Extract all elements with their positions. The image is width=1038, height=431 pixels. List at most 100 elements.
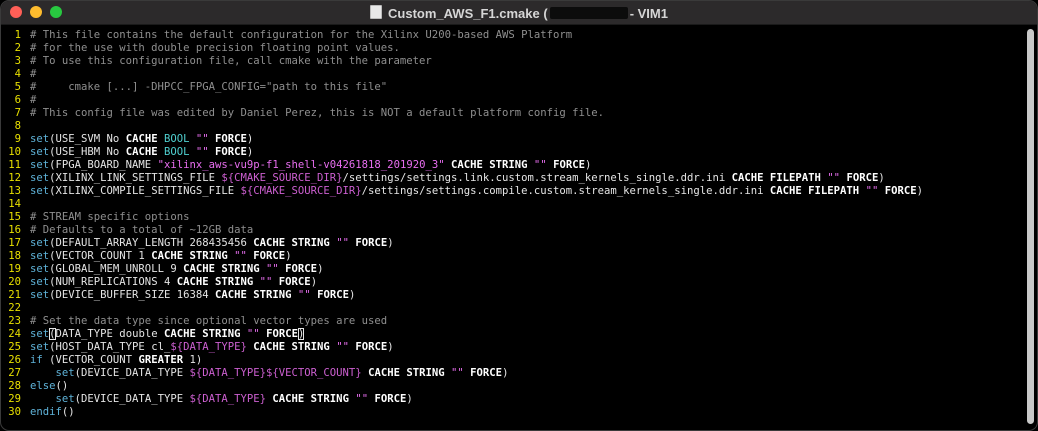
code-token: if — [30, 354, 43, 366]
code-line[interactable]: 30 endif() — [7, 406, 1023, 419]
code-token: ${DATA_TYPE} — [170, 341, 247, 353]
line-number: 16 — [8, 224, 21, 236]
code-token: 1) — [183, 354, 203, 366]
code-line[interactable]: 27 set(DEVICE_DATA_TYPE ${DATA_TYPE}${VE… — [7, 367, 1023, 380]
code-token: CACHE STRING — [214, 289, 292, 301]
code-token: ) — [916, 185, 923, 197]
redacted-region — [549, 7, 628, 19]
code-line[interactable]: 13 set(XILINX_COMPILE_SETTINGS_FILE ${CMA… — [7, 185, 1023, 198]
vertical-scrollbar[interactable] — [1025, 27, 1036, 428]
code-line[interactable]: 20 set(NUM_REPLICATIONS 4 CACHE STRING ""… — [7, 276, 1023, 289]
code-token: (USE_SVM No — [49, 133, 126, 145]
vim-editor-buffer[interactable]: 1 # This file contains the default config… — [1, 26, 1023, 430]
code-line[interactable]: 18 set(VECTOR_COUNT 1 CACHE STRING "" FOR… — [7, 250, 1023, 263]
code-token: "" — [533, 159, 547, 171]
code-line[interactable]: 22 — [7, 302, 1023, 315]
code-line[interactable]: 2 # for the use with double precision flo… — [7, 42, 1023, 55]
code-token: (DEVICE_DATA_TYPE — [74, 393, 190, 405]
line-number: 17 — [8, 237, 21, 249]
code-line[interactable]: 3 # To use this configuration file, call … — [7, 55, 1023, 68]
code-line[interactable]: 28 else() — [7, 380, 1023, 393]
code-token: ) — [502, 367, 509, 379]
code-token: CACHE — [125, 133, 158, 145]
code-line[interactable]: 15 # STREAM specific options — [7, 211, 1023, 224]
code-line[interactable]: 24 set(DATA_TYPE double CACHE STRING "" F… — [7, 328, 1023, 341]
code-token: "" — [234, 250, 247, 262]
code-line[interactable]: 26 if (VECTOR_COUNT GREATER 1) — [7, 354, 1023, 367]
code-token: set — [30, 172, 50, 184]
code-line[interactable]: 17 set(DEFAULT_ARRAY_LENGTH 268435456 CAC… — [7, 237, 1023, 250]
code-token: "" — [827, 172, 841, 184]
line-number: 25 — [8, 341, 21, 353]
code-token: "" — [865, 185, 879, 197]
code-token: (FPGA_BOARD_NAME — [49, 159, 158, 171]
code-line[interactable]: 1 # This file contains the default config… — [7, 29, 1023, 42]
line-number: 24 — [8, 328, 21, 340]
code-token: ) — [246, 146, 254, 158]
title-bar[interactable]: Custom_AWS_F1.cmake (- VIM1 — [1, 1, 1037, 25]
line-number: 27 — [8, 367, 21, 379]
line-number: 20 — [8, 276, 21, 288]
code-token: FORCE — [266, 328, 298, 340]
code-line[interactable]: 25 set(HOST_DATA_TYPE cl_${DATA_TYPE} CAC… — [7, 341, 1023, 354]
code-line[interactable]: 8 — [7, 120, 1023, 133]
code-line[interactable]: 4 # — [7, 68, 1023, 81]
code-token: "" — [266, 263, 279, 275]
code-token: FORCE — [355, 341, 388, 353]
code-token: FORCE — [253, 250, 286, 262]
code-token: set — [30, 146, 50, 158]
code-token: ) — [406, 393, 413, 405]
line-number: 4 — [14, 68, 21, 80]
code-token: ) — [387, 341, 394, 353]
code-line[interactable]: 5 # cmake [...] -DHPCC_FPGA_CONFIG="path … — [7, 81, 1023, 94]
code-token: "" — [451, 367, 464, 379]
code-token: "" — [336, 237, 349, 249]
code-line[interactable]: 9 set(USE_SVM No CACHE BOOL "" FORCE) — [7, 133, 1023, 146]
code-token: (DEVICE_DATA_TYPE — [74, 367, 190, 379]
code-token: CACHE STRING — [163, 328, 241, 340]
code-token: # Defaults to a total of ~12GB data — [30, 224, 254, 236]
code-line[interactable]: 29 set(DEVICE_DATA_TYPE ${DATA_TYPE} CAC… — [7, 393, 1023, 406]
line-number: 30 — [8, 406, 21, 418]
line-number: 3 — [14, 55, 21, 67]
code-token: () — [55, 380, 69, 392]
code-line[interactable]: 19 set(GLOBAL_MEM_UNROLL 9 CACHE STRING "… — [7, 263, 1023, 276]
line-number: 15 — [8, 211, 21, 223]
code-line[interactable]: 21 set(DEVICE_BUFFER_SIZE 16384 CACHE STR… — [7, 289, 1023, 302]
code-token: () — [61, 406, 75, 418]
code-token: set — [30, 185, 50, 197]
code-token: set — [30, 250, 50, 262]
code-line[interactable]: 7 # This config file was edited by Daniel… — [7, 107, 1023, 120]
line-number: 23 — [8, 315, 21, 327]
code-line[interactable]: 23 # Set the data type since optional vec… — [7, 315, 1023, 328]
line-number: 29 — [8, 393, 21, 405]
code-token: "" — [355, 393, 369, 405]
line-number: 7 — [14, 107, 21, 119]
code-token: (XILINX_COMPILE_SETTINGS_FILE — [49, 185, 241, 197]
line-number: 19 — [8, 263, 21, 275]
code-token: CACHE FILEPATH — [769, 185, 860, 197]
code-token: ) — [246, 133, 254, 145]
code-line[interactable]: 16 # Defaults to a total of ~12GB data — [7, 224, 1023, 237]
code-line[interactable]: 11 set(FPGA_BOARD_NAME "xilinx_aws-vu9p-f… — [7, 159, 1023, 172]
code-token: CACHE STRING — [176, 276, 254, 288]
code-token: # for the use with double precision floa… — [30, 42, 400, 54]
code-line[interactable]: 10 set(USE_HBM No CACHE BOOL "" FORCE) — [7, 146, 1023, 159]
code-token: # — [30, 68, 37, 80]
code-line[interactable]: 14 — [7, 198, 1023, 211]
window-title-prefix: Custom_AWS_F1.cmake ( — [388, 6, 548, 21]
code-line[interactable]: 6 # — [7, 94, 1023, 107]
line-number: 1 — [14, 29, 21, 41]
code-token: set — [30, 237, 50, 249]
code-token: endif — [30, 406, 62, 418]
code-token: FORCE — [470, 367, 503, 379]
window-title: Custom_AWS_F1.cmake (- VIM1 — [1, 5, 1037, 21]
code-token: else — [30, 380, 56, 392]
scrollbar-thumb[interactable] — [1027, 29, 1034, 424]
code-token: "" — [336, 341, 349, 353]
code-token: ) — [310, 276, 318, 288]
code-token: set — [30, 341, 50, 353]
code-line[interactable]: 12 set(XILINX_LINK_SETTINGS_FILE ${CMAKE_… — [7, 172, 1023, 185]
code-token: (NUM_REPLICATIONS 4 — [49, 276, 177, 288]
